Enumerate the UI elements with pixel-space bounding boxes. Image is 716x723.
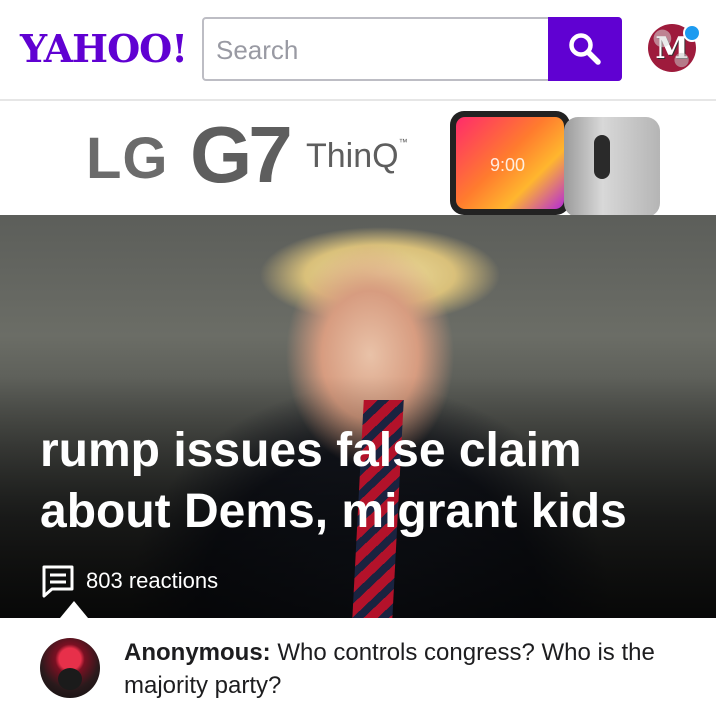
comment-preview[interactable]: Anonymous: Who controls congress? Who is… <box>0 618 716 723</box>
ad-banner[interactable]: LG G7 ThinQ™ 9:00 <box>0 103 716 215</box>
phone-camera <box>594 135 610 179</box>
yahoo-logo[interactable]: YAHOO! <box>20 26 188 71</box>
ad-brand: LG <box>86 126 169 191</box>
commenter-avatar <box>40 638 100 698</box>
phone-time: 9:00 <box>490 155 526 175</box>
search-input[interactable] <box>216 33 546 67</box>
ad-suffix: ThinQ™ <box>306 137 408 176</box>
comment-author: Anonymous: <box>124 639 271 666</box>
notification-dot <box>683 24 701 42</box>
search-icon <box>569 33 601 65</box>
ad-model: G7 <box>190 110 293 199</box>
reactions-link[interactable]: 803 reactions <box>40 563 218 599</box>
story-headline[interactable]: rump issues false claim about Dems, migr… <box>40 420 680 542</box>
phone-back-image <box>564 117 660 215</box>
ad-trademark: ™ <box>398 137 408 147</box>
reactions-count: 803 reactions <box>86 568 219 593</box>
phone-screen: 9:00 <box>456 117 564 209</box>
comment-body: Anonymous: Who controls congress? Who is… <box>124 636 684 702</box>
search-box <box>202 17 622 81</box>
search-button[interactable] <box>548 17 622 81</box>
ad-suffix-text: ThinQ <box>306 137 399 175</box>
comment-icon <box>42 565 74 598</box>
hero-story[interactable]: rump issues false claim about Dems, migr… <box>0 215 716 618</box>
comment-pointer <box>60 601 88 618</box>
top-header: YAHOO! M <box>0 0 716 101</box>
phone-front-image: 9:00 <box>450 111 570 215</box>
